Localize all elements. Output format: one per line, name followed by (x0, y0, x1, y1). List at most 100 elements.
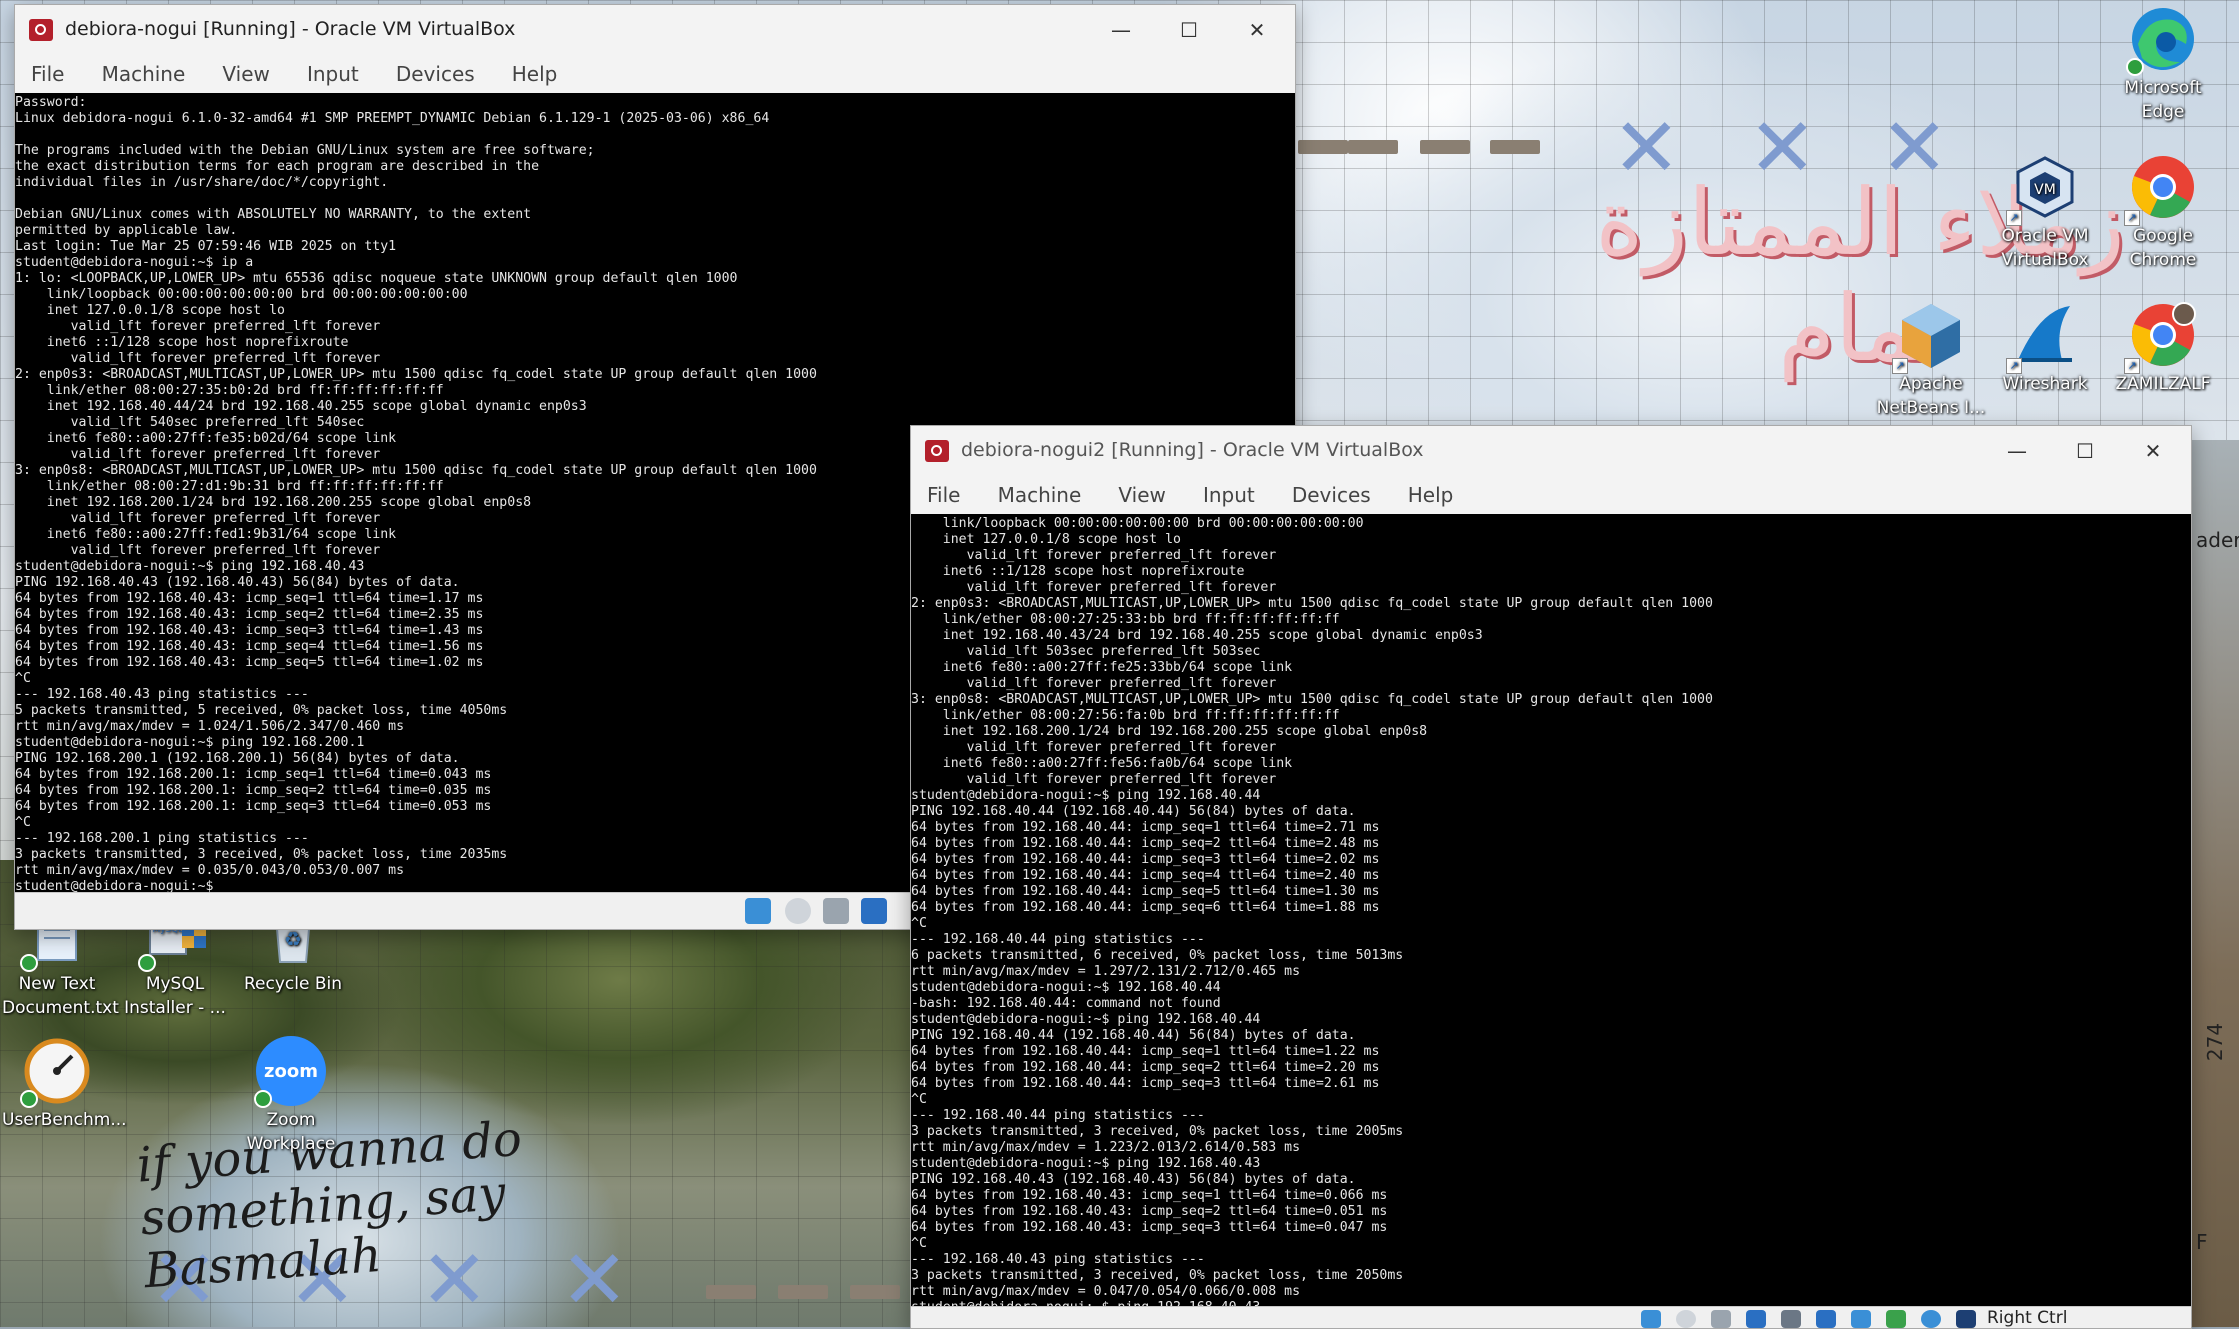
terminal-line: link/ether 08:00:27:56:fa:0b brd ff:ff:f… (911, 708, 1340, 723)
menu-view[interactable]: View (222, 55, 269, 93)
desktop-icon-label: New Text Document.txt (2, 974, 119, 1018)
sync-status-icon (138, 954, 156, 972)
hard-disk-icon[interactable] (745, 898, 771, 924)
menu-machine[interactable]: Machine (998, 476, 1082, 514)
optical-drive-icon[interactable] (1676, 1310, 1696, 1328)
terminal-line: student@debidora-nogui:~$ 192.168.40.44 (911, 980, 1221, 995)
cpu-icon[interactable] (1921, 1310, 1941, 1328)
display-icon[interactable] (1851, 1310, 1871, 1328)
desktop-icon-zamilzalf[interactable]: ↗ ZAMILZALF (2108, 300, 2218, 396)
audio-icon[interactable] (1711, 1310, 1731, 1328)
hard-disk-icon[interactable] (1641, 1310, 1661, 1328)
terminal-line: 64 bytes from 192.168.40.44: icmp_seq=5 … (911, 884, 1380, 899)
minimize-button[interactable]: — (1989, 432, 2045, 470)
chrome-icon: ↗ (2124, 152, 2198, 226)
host-key-label: Right Ctrl (1987, 1308, 2068, 1328)
strip-text: F (2196, 1230, 2208, 1254)
wallpaper-dash (850, 1285, 900, 1299)
vm-status-bar: Right Ctrl (911, 1306, 2191, 1328)
usb-icon[interactable] (1781, 1310, 1801, 1328)
svg-text:♻: ♻ (284, 927, 302, 951)
menu-bar: File Machine View Input Devices Help (15, 55, 1295, 93)
terminal-line: 64 bytes from 192.168.40.44: icmp_seq=6 … (911, 900, 1380, 915)
terminal-line: link/ether 08:00:27:35:b0:2d brd ff:ff:f… (15, 383, 444, 398)
terminal-line: valid_lft forever preferred_lft forever (911, 772, 1277, 787)
menu-input[interactable]: Input (307, 55, 359, 93)
wallpaper-dash (1420, 140, 1470, 154)
vm-console-screen[interactable]: link/loopback 00:00:00:00:00:00 brd 00:0… (911, 514, 2191, 1306)
window-titlebar[interactable]: debiora-nogui [Running] - Oracle VM Virt… (15, 5, 1295, 55)
menu-file[interactable]: File (31, 55, 64, 93)
terminal-line: 64 bytes from 192.168.40.43: icmp_seq=3 … (911, 1220, 1388, 1235)
shared-folders-icon[interactable] (861, 898, 887, 924)
zoom-logo-text: zoom (264, 1061, 318, 1082)
terminal-line: valid_lft forever preferred_lft forever (15, 351, 381, 366)
terminal-line: 64 bytes from 192.168.40.44: icmp_seq=1 … (911, 1044, 1380, 1059)
mouse-integration-icon[interactable] (1956, 1310, 1976, 1328)
terminal-line: 64 bytes from 192.168.40.44: icmp_seq=2 … (911, 836, 1380, 851)
desktop-icon-label: MySQL Installer - ... (124, 974, 226, 1018)
shortcut-arrow-icon: ↗ (1892, 358, 1908, 374)
desktop-icon-label: Google Chrome (2129, 226, 2197, 270)
close-button[interactable]: ✕ (1229, 11, 1285, 49)
terminal-line: The programs included with the Debian GN… (15, 143, 595, 158)
desktop-icon-virtualbox[interactable]: VM ↗ Oracle VM VirtualBox (1990, 152, 2100, 272)
window-title: debiora-nogui [Running] - Oracle VM Virt… (65, 18, 516, 40)
menu-help[interactable]: Help (512, 55, 558, 93)
terminal-line: 64 bytes from 192.168.40.44: icmp_seq=2 … (911, 1060, 1380, 1075)
network-adapter-icon[interactable] (823, 898, 849, 924)
menu-devices[interactable]: Devices (1292, 476, 1371, 514)
shortcut-arrow-icon: ↗ (2006, 358, 2022, 374)
recording-icon[interactable] (1886, 1310, 1906, 1328)
maximize-button[interactable]: ☐ (1161, 11, 1217, 49)
desktop-icon-label: Wireshark (2002, 374, 2088, 394)
terminal-line: 64 bytes from 192.168.40.44: icmp_seq=3 … (911, 852, 1380, 867)
desktop-icon-wireshark[interactable]: ↗ Wireshark (1990, 300, 2100, 396)
desktop-icon-apache-netbeans[interactable]: ↗ Apache NetBeans I... (1876, 300, 1986, 420)
virtualbox-window-debiora-nogui2[interactable]: debiora-nogui2 [Running] - Oracle VM Vir… (910, 425, 2192, 1329)
terminal-line: inet6 fe80::a00:27ff:fe56:fa0b/64 scope … (911, 756, 1293, 771)
terminal-line: 64 bytes from 192.168.40.43: icmp_seq=1 … (911, 1188, 1388, 1203)
terminal-line: inet 192.168.200.1/24 brd 192.168.200.25… (911, 724, 1428, 739)
network-adapter-icon[interactable] (1746, 1310, 1766, 1328)
shared-folders-icon[interactable] (1816, 1310, 1836, 1328)
desktop-icon-google-chrome[interactable]: ↗ Google Chrome (2108, 152, 2218, 272)
terminal-line: PING 192.168.40.44 (192.168.40.44) 56(84… (911, 804, 1356, 819)
terminal-line: Linux debidora-nogui 6.1.0-32-amd64 #1 S… (15, 111, 770, 126)
desktop-icon-zoom-workplace[interactable]: zoom Zoom Workplace (236, 1036, 346, 1156)
menu-bar: File Machine View Input Devices Help (911, 476, 2191, 514)
shortcut-arrow-icon: ↗ (2006, 210, 2022, 226)
terminal-line: --- 192.168.40.44 ping statistics --- (911, 932, 1205, 947)
close-button[interactable]: ✕ (2125, 432, 2181, 470)
terminal-line: --- 192.168.40.44 ping statistics --- (911, 1108, 1205, 1123)
menu-help[interactable]: Help (1408, 476, 1454, 514)
terminal-line: inet 127.0.0.1/8 scope host lo (911, 532, 1181, 547)
menu-devices[interactable]: Devices (396, 55, 475, 93)
desktop-icon-label: Apache NetBeans I... (1876, 374, 1986, 418)
optical-drive-icon[interactable] (785, 898, 811, 924)
terminal-line: link/loopback 00:00:00:00:00:00 brd 00:0… (911, 516, 1364, 531)
menu-machine[interactable]: Machine (102, 55, 186, 93)
terminal-line: ^C (911, 1236, 927, 1251)
sync-status-icon (20, 954, 38, 972)
terminal-line: student@debidora-nogui:~$ ping 192.168.4… (911, 788, 1261, 803)
terminal-line: student@debidora-nogui:~$ ping 192.168.4… (911, 1012, 1261, 1027)
minimize-button[interactable]: — (1093, 11, 1149, 49)
desktop-icon-label: Microsoft Edge (2124, 78, 2202, 122)
menu-input[interactable]: Input (1203, 476, 1255, 514)
chrome-profile-icon: ↗ (2124, 300, 2198, 374)
wallpaper-dash (706, 1285, 756, 1299)
strip-text: 274 (2203, 1022, 2228, 1062)
terminal-line: inet 192.168.40.43/24 brd 192.168.40.255… (911, 628, 1483, 643)
maximize-button[interactable]: ☐ (2057, 432, 2113, 470)
menu-view[interactable]: View (1118, 476, 1165, 514)
edge-icon (2126, 4, 2198, 76)
terminal-line: student@debidora-nogui:~$ ip a (15, 255, 254, 270)
window-titlebar[interactable]: debiora-nogui2 [Running] - Oracle VM Vir… (911, 426, 2191, 476)
terminal-line: 64 bytes from 192.168.40.44: icmp_seq=3 … (911, 1076, 1380, 1091)
desktop-icon-userbenchmark[interactable]: UserBenchm... (2, 1036, 127, 1132)
desktop-icon-microsoft-edge[interactable]: Microsoft Edge (2108, 4, 2218, 124)
menu-file[interactable]: File (927, 476, 960, 514)
terminal-line: inet6 ::1/128 scope host noprefixroute (911, 564, 1245, 579)
